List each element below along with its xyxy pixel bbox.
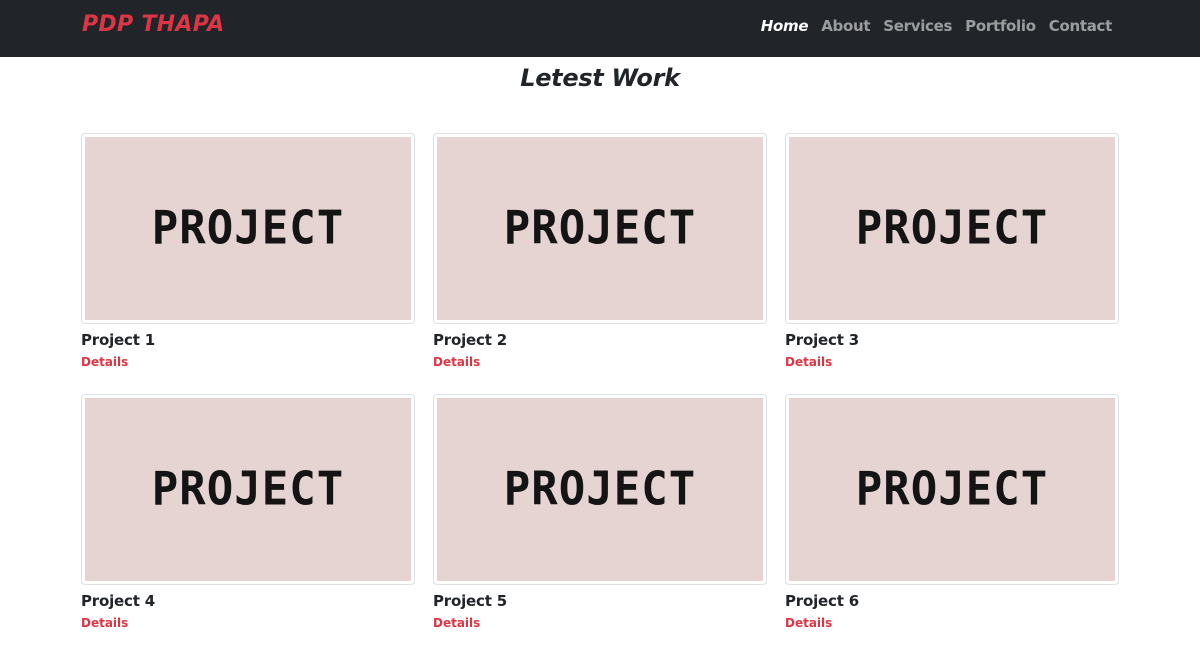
project-card-4: PROJECT Project 4 Details [81, 394, 415, 631]
project-image: PROJECT [85, 398, 411, 581]
project-title: Project 6 [785, 592, 859, 610]
details-link[interactable]: Details [785, 616, 832, 630]
section-title: Letest Work [520, 64, 680, 92]
nav-link-services[interactable]: Services [883, 17, 952, 35]
project-image-text: PROJECT [855, 462, 1049, 517]
project-title: Project 4 [81, 592, 155, 610]
nav-link-contact[interactable]: Contact [1049, 17, 1113, 35]
project-image: PROJECT [789, 137, 1115, 320]
project-title: Project 5 [433, 592, 507, 610]
project-image: PROJECT [437, 398, 763, 581]
project-title: Project 2 [433, 331, 507, 349]
project-thumbnail[interactable]: PROJECT [81, 133, 415, 324]
nav-links: Home About Services Portfolio Contact [761, 17, 1113, 35]
project-card-2: PROJECT Project 2 Details [433, 133, 767, 370]
brand-logo[interactable]: PDP THAPA [82, 12, 224, 37]
project-image-text: PROJECT [151, 462, 345, 517]
details-link[interactable]: Details [433, 616, 480, 630]
nav-link-about[interactable]: About [821, 17, 870, 35]
nav-link-portfolio[interactable]: Portfolio [965, 17, 1036, 35]
project-thumbnail[interactable]: PROJECT [81, 394, 415, 585]
project-image-text: PROJECT [503, 462, 697, 517]
project-thumbnail[interactable]: PROJECT [785, 133, 1119, 324]
nav-link-home[interactable]: Home [761, 17, 809, 35]
details-link[interactable]: Details [81, 616, 128, 630]
project-thumbnail[interactable]: PROJECT [785, 394, 1119, 585]
project-image-text: PROJECT [503, 201, 697, 256]
project-card-5: PROJECT Project 5 Details [433, 394, 767, 631]
details-link[interactable]: Details [81, 355, 128, 369]
project-image-text: PROJECT [855, 201, 1049, 256]
project-image: PROJECT [85, 137, 411, 320]
top-navbar: PDP THAPA Home About Services Portfolio … [0, 0, 1200, 57]
project-card-3: PROJECT Project 3 Details [785, 133, 1119, 370]
details-link[interactable]: Details [433, 355, 480, 369]
project-thumbnail[interactable]: PROJECT [433, 394, 767, 585]
project-title: Project 3 [785, 331, 859, 349]
project-card-6: PROJECT Project 6 Details [785, 394, 1119, 631]
project-card-1: PROJECT Project 1 Details [81, 133, 415, 370]
project-image: PROJECT [437, 137, 763, 320]
project-image-text: PROJECT [151, 201, 345, 256]
project-thumbnail[interactable]: PROJECT [433, 133, 767, 324]
details-link[interactable]: Details [785, 355, 832, 369]
project-title: Project 1 [81, 331, 155, 349]
project-image: PROJECT [789, 398, 1115, 581]
